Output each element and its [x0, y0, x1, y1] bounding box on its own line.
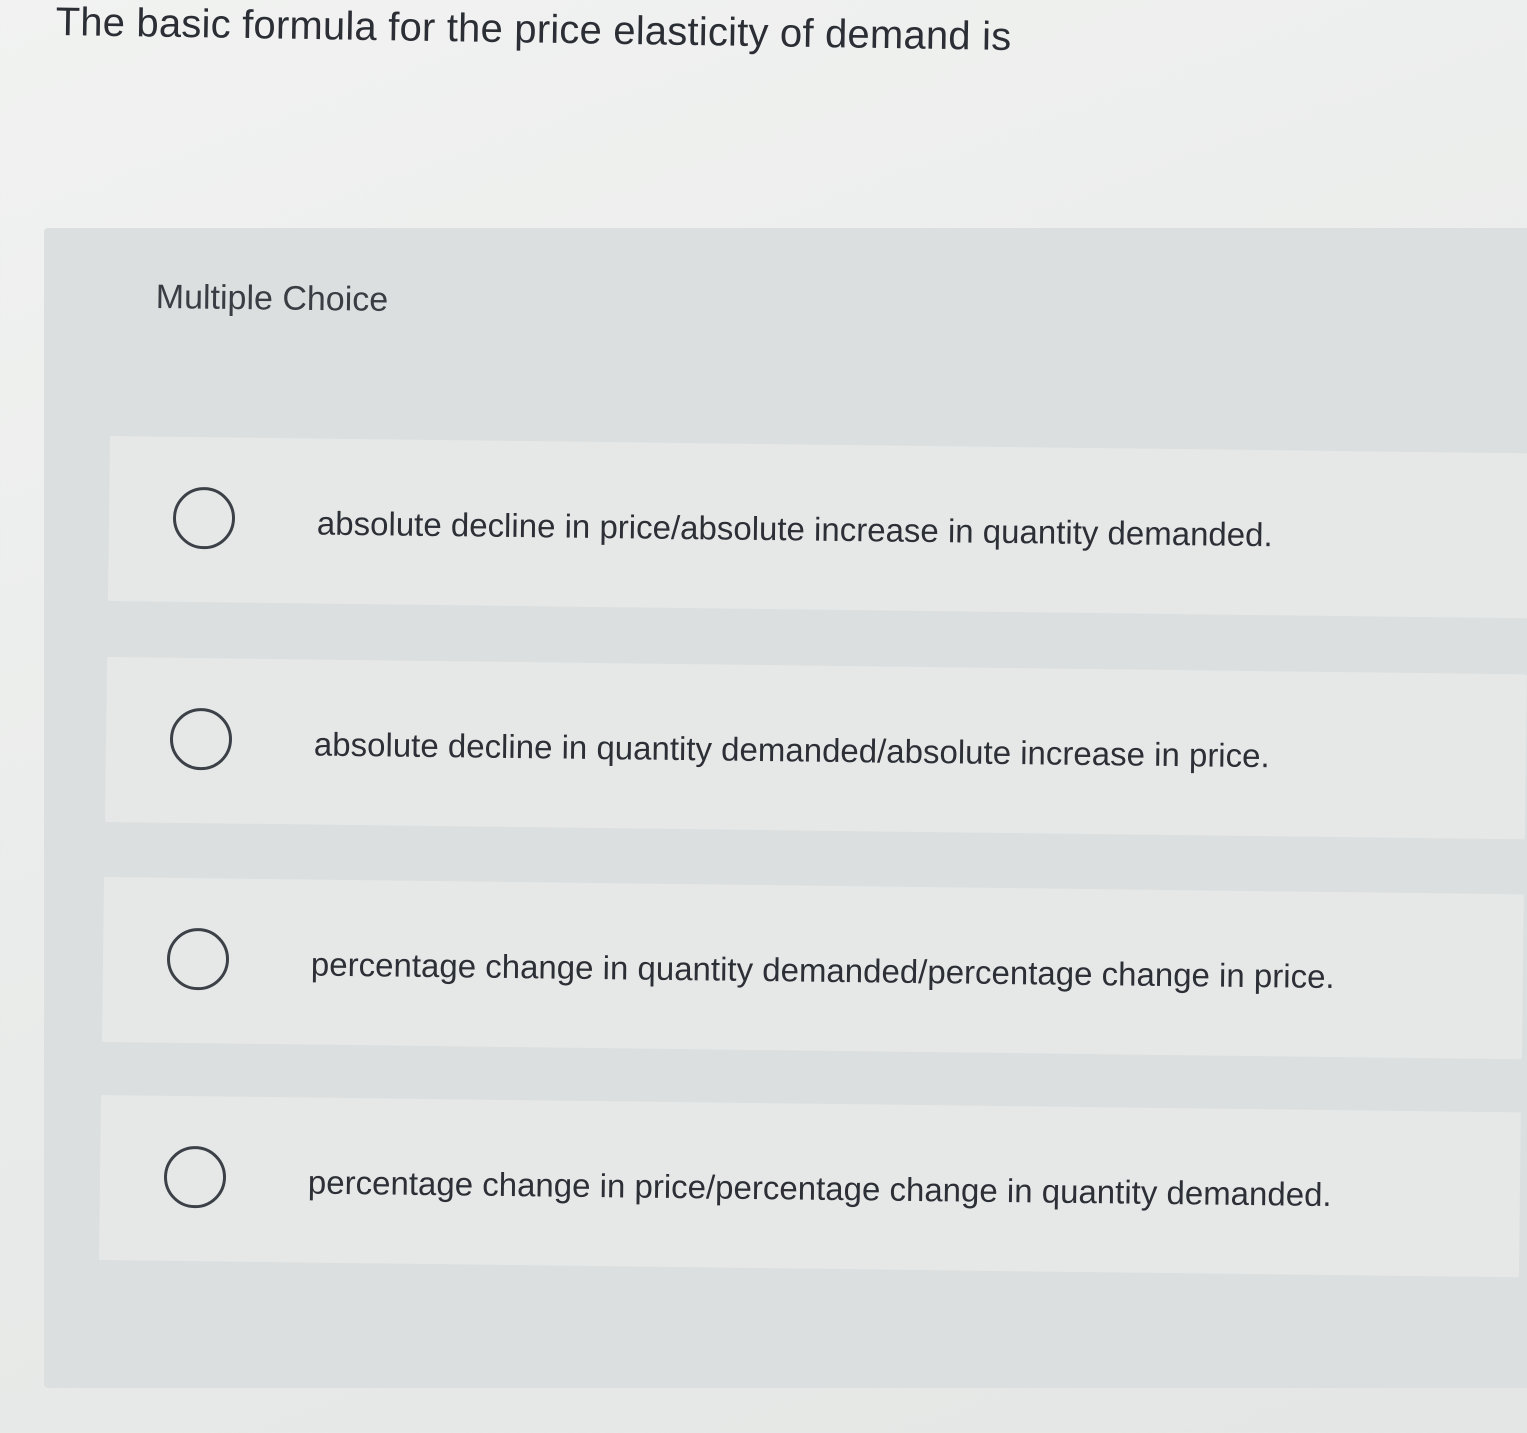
option-1-text: absolute decline in price/absolute incre… [316, 504, 1273, 554]
option-1-radio[interactable] [172, 486, 236, 550]
option-4[interactable]: percentage change in price/percentage ch… [98, 1095, 1521, 1278]
option-4-radio[interactable] [163, 1145, 227, 1209]
option-2-radio[interactable] [169, 707, 233, 771]
option-3-radio[interactable] [166, 927, 230, 991]
option-2[interactable]: absolute decline in quantity demanded/ab… [104, 657, 1527, 840]
option-4-text: percentage change in price/percentage ch… [307, 1163, 1332, 1214]
options-list: absolute decline in price/absolute incre… [0, 0, 1527, 1433]
option-3-text: percentage change in quantity demanded/p… [310, 945, 1335, 996]
option-3[interactable]: percentage change in quantity demanded/p… [101, 877, 1524, 1060]
option-1[interactable]: absolute decline in price/absolute incre… [107, 436, 1527, 619]
option-2-text: absolute decline in quantity demanded/ab… [313, 725, 1270, 775]
